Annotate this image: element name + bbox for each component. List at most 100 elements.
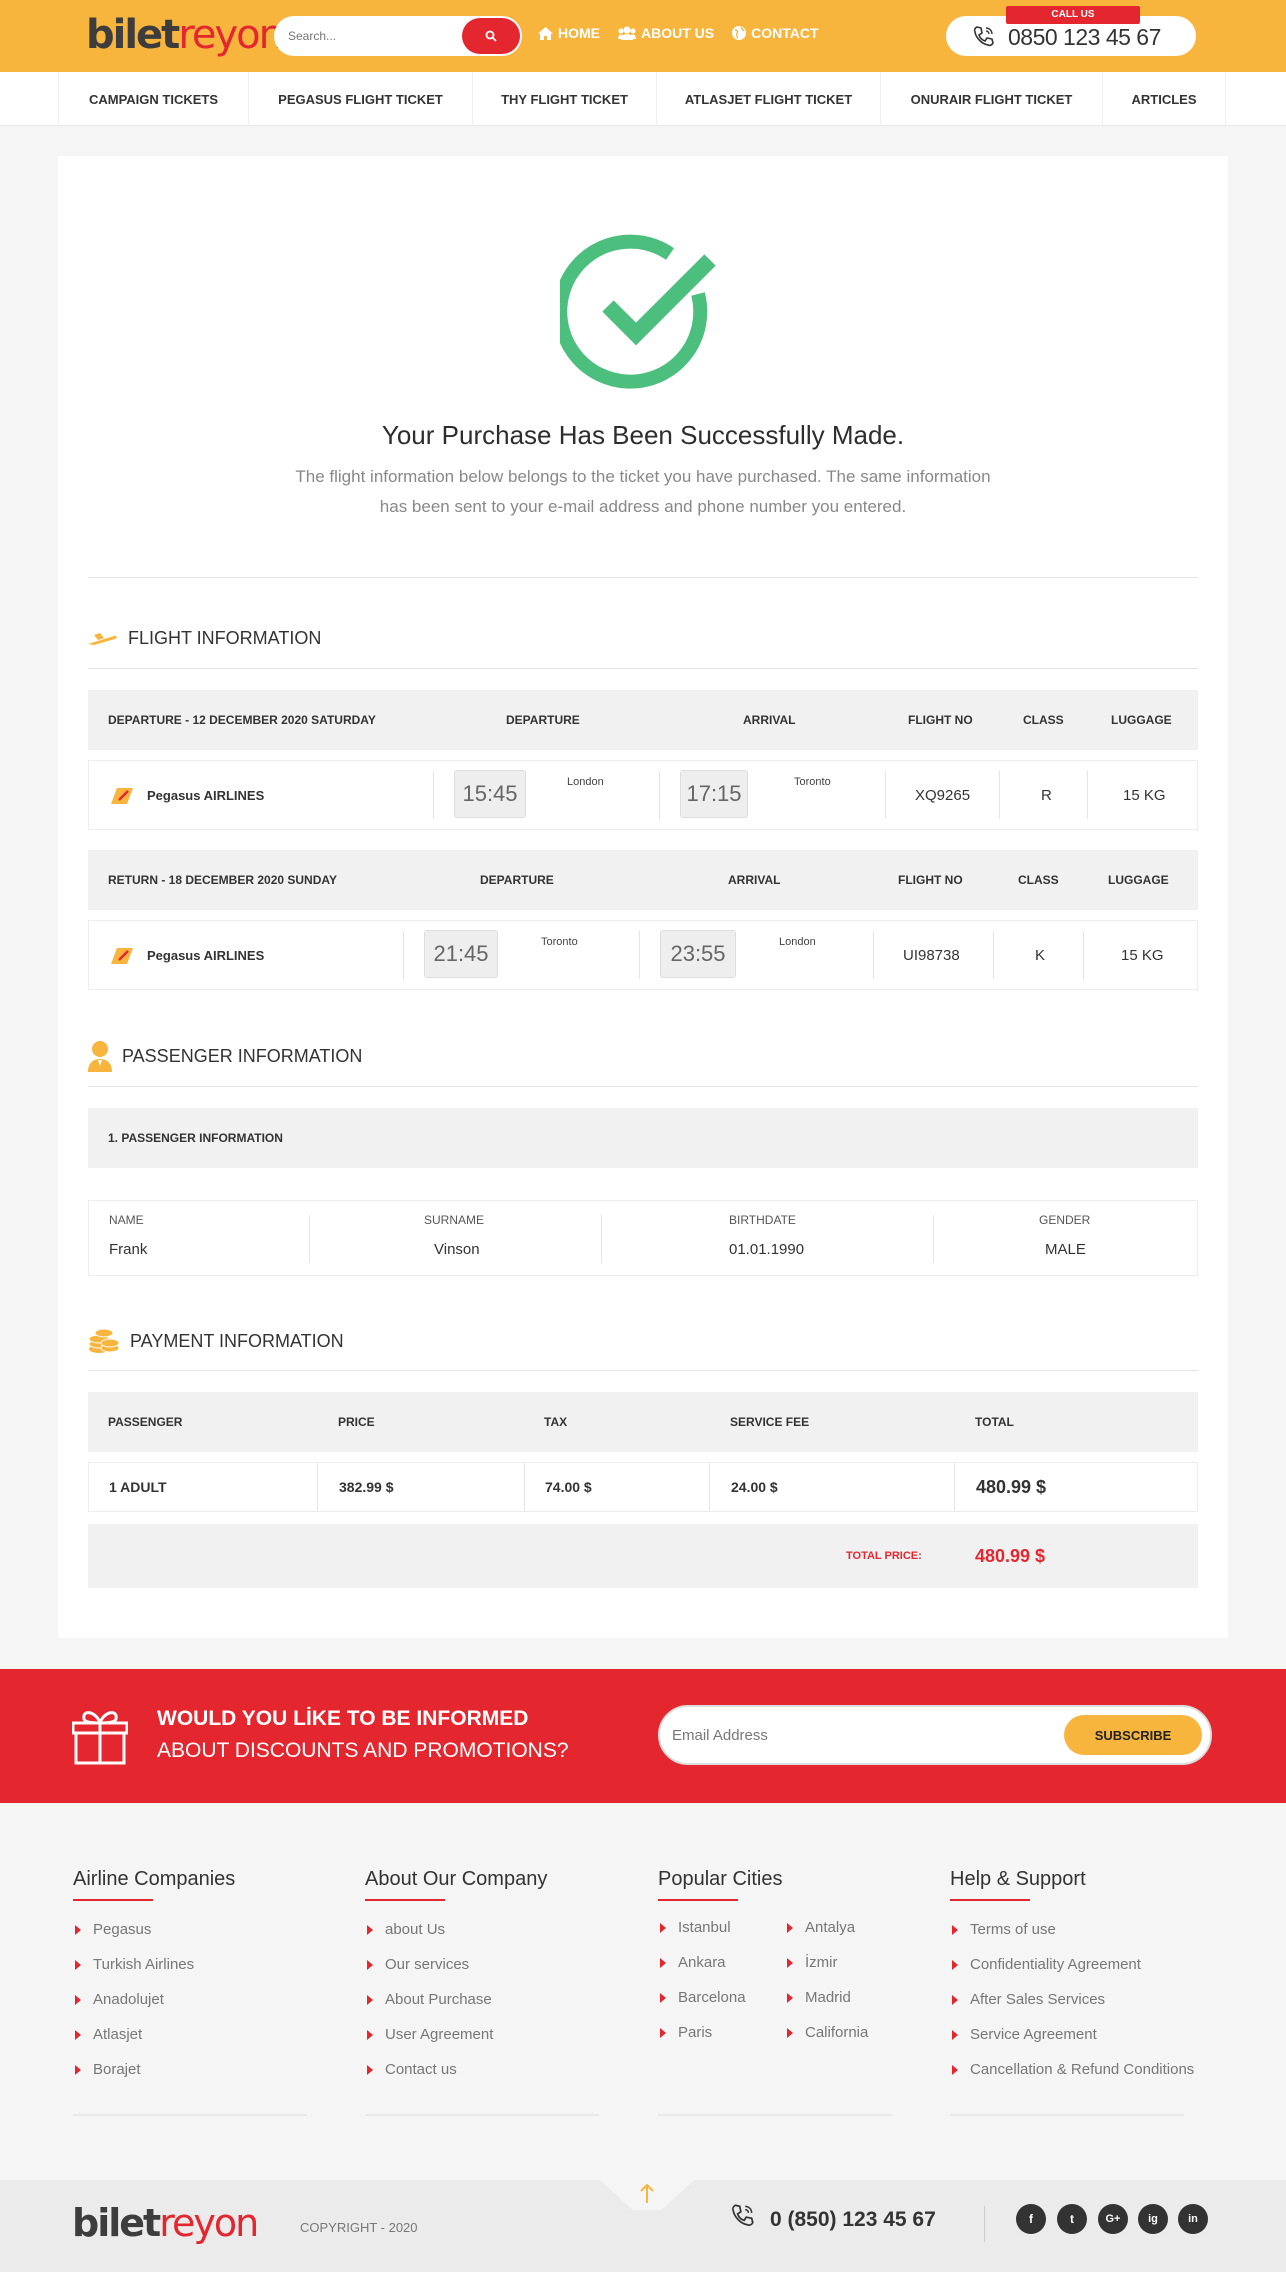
separator	[933, 1215, 934, 1263]
newsletter-banner: WOULD YOU LİKE TO BE INFORMED ABOUT DISC…	[0, 1669, 1286, 1803]
footer-help-title: Help & Support	[950, 1868, 1194, 1901]
footer-link[interactable]: Terms of use	[950, 1921, 1194, 1956]
footer-logo[interactable]: biletreyon	[72, 2200, 259, 2246]
google-plus-icon[interactable]: G+	[1098, 2204, 1128, 2234]
fare-class: R	[1041, 786, 1052, 804]
footer-link[interactable]: Barcelona	[658, 1989, 778, 2024]
divider	[365, 2114, 599, 2116]
site-logo[interactable]: biletreyon	[86, 12, 284, 58]
footer-link[interactable]: Ankara	[658, 1954, 778, 1989]
footer-link[interactable]: After Sales Services	[950, 1991, 1194, 2026]
search-box	[274, 16, 522, 56]
phone-icon	[731, 2204, 754, 2227]
passenger-header-row: 1. PASSENGER INFORMATION	[88, 1108, 1198, 1168]
birthdate-label: BIRTHDATE	[729, 1213, 796, 1227]
search-input[interactable]	[274, 16, 454, 56]
departure-time: 21:45	[424, 930, 498, 978]
email-placeholder: Email Address	[672, 1727, 768, 1744]
nav-home[interactable]: HOME	[538, 25, 600, 41]
footer-link[interactable]: Cancellation & Refund Conditions	[950, 2061, 1194, 2096]
cat-campaign-tickets[interactable]: CAMPAIGN TICKETS	[58, 72, 248, 126]
passenger-surname: Vinson	[434, 1241, 480, 1258]
nav-contact[interactable]: CONTACT	[732, 25, 819, 41]
arrival-city: London	[779, 936, 816, 948]
category-nav: CAMPAIGN TICKETS PEGASUS FLIGHT TICKET T…	[0, 72, 1286, 126]
airline-name: Pegasus AIRLINES	[147, 947, 265, 963]
return-date-label: RETURN - 18 DECEMBER 2020 SUNDAY	[108, 873, 337, 887]
footer-link[interactable]: Borajet	[73, 2061, 235, 2096]
footer-link[interactable]: Confidentiality Agreement	[950, 1956, 1194, 1991]
arrival-city: Toronto	[794, 776, 831, 788]
row-total-value: 480.99 $	[976, 1476, 1047, 1497]
footer-link[interactable]: Madrid	[785, 1989, 905, 2024]
departure-flight-row: Pegasus AIRLINES 15:45 London 17:15 Toro…	[88, 760, 1198, 830]
facebook-icon[interactable]: f	[1016, 2204, 1046, 2234]
footer-link[interactable]: about Us	[365, 1921, 547, 1956]
footer-link[interactable]: İzmir	[785, 1954, 905, 1989]
top-nav: HOME ABOUT US CONTACT	[538, 25, 819, 41]
arrival-time: 23:55	[660, 930, 736, 978]
airline-name: Pegasus AIRLINES	[147, 787, 265, 803]
departure-time: 15:45	[454, 770, 526, 818]
call-us-ribbon: CALL US	[1006, 6, 1140, 24]
search-button[interactable]	[462, 18, 520, 54]
passenger-info-heading: PASSENGER INFORMATION	[88, 1040, 362, 1072]
col-price: PRICE	[338, 1415, 375, 1429]
divider	[73, 2114, 307, 2116]
linkedin-icon[interactable]: in	[1178, 2204, 1208, 2234]
copyright: COPYRIGHT - 2020	[300, 2220, 418, 2235]
footer-link[interactable]: Service Agreement	[950, 2026, 1194, 2061]
service-fee-value: 24.00 $	[731, 1479, 778, 1495]
plane-icon	[88, 632, 117, 645]
cat-articles[interactable]: ARTICLES	[1102, 72, 1226, 126]
confirmation-card: Your Purchase Has Been Successfully Made…	[58, 156, 1228, 1638]
passenger-row: NAME Frank SURNAME Vinson BIRTHDATE 01.0…	[88, 1200, 1198, 1276]
cat-onurair[interactable]: ONURAIR FLIGHT TICKET	[880, 72, 1102, 126]
passenger-number-label: 1. PASSENGER INFORMATION	[108, 1131, 283, 1145]
total-price-value: 480.99 $	[975, 1545, 1046, 1566]
payment-row: 1 ADULT 382.99 $ 74.00 $ 24.00 $ 480.99 …	[88, 1462, 1198, 1512]
departure-city: London	[567, 776, 604, 788]
footer-link[interactable]: Our services	[365, 1956, 547, 1991]
departure-header-row: DEPARTURE - 12 DECEMBER 2020 SATURDAY DE…	[88, 690, 1198, 750]
return-flight-row: Pegasus AIRLINES 21:45 Toronto 23:55 Lon…	[88, 920, 1198, 990]
footer-link[interactable]: Anadolujet	[73, 1991, 235, 2026]
email-field[interactable]: Email Address SUBSCRIBE	[658, 1705, 1212, 1765]
footer-link[interactable]: User Agreement	[365, 2026, 547, 2061]
surname-label: SURNAME	[424, 1213, 485, 1227]
phone-icon	[973, 26, 994, 47]
footer-cities-title: Popular Cities	[658, 1868, 783, 1901]
airline-logo-icon	[111, 948, 133, 964]
divider	[658, 2114, 892, 2116]
separator	[999, 771, 1000, 819]
col-departure: DEPARTURE	[506, 713, 580, 727]
footer-link[interactable]: Pegasus	[73, 1921, 235, 1956]
call-box[interactable]: CALL US 0850 123 45 67	[946, 6, 1196, 56]
payment-header-row: PASSENGER PRICE TAX SERVICE FEE TOTAL	[88, 1392, 1198, 1452]
footer-link[interactable]: Antalya	[785, 1919, 905, 1954]
footer-phone-number: 0 (850) 123 45 67	[770, 2208, 936, 2231]
subscribe-button[interactable]: SUBSCRIBE	[1064, 1715, 1202, 1755]
instagram-icon[interactable]: ig	[1138, 2204, 1168, 2234]
divider	[950, 2114, 1184, 2116]
cat-thy[interactable]: THY FLIGHT TICKET	[472, 72, 656, 126]
footer-link[interactable]: California	[785, 2024, 905, 2059]
cat-atlasjet[interactable]: ATLASJET FLIGHT TICKET	[656, 72, 880, 126]
footer-link[interactable]: Atlasjet	[73, 2026, 235, 2061]
nav-about[interactable]: ABOUT US	[618, 25, 714, 41]
cat-pegasus[interactable]: PEGASUS FLIGHT TICKET	[248, 72, 472, 126]
separator	[317, 1463, 318, 1511]
fare-class: K	[1035, 946, 1046, 964]
footer-link[interactable]: About Purchase	[365, 1991, 547, 2026]
price-value: 382.99 $	[339, 1479, 394, 1495]
payment-info-heading: PAYMENT INFORMATION	[88, 1328, 344, 1354]
separator	[709, 1463, 710, 1511]
footer-link[interactable]: Paris	[658, 2024, 778, 2059]
col-luggage: LUGGAGE	[1108, 873, 1169, 887]
footer-link[interactable]: Istanbul	[658, 1919, 778, 1954]
twitter-icon[interactable]: t	[1057, 2204, 1087, 2234]
footer-link[interactable]: Contact us	[365, 2061, 547, 2096]
gift-icon	[72, 1711, 128, 1765]
arrival-time: 17:15	[680, 770, 748, 818]
footer-link[interactable]: Turkish Airlines	[73, 1956, 235, 1991]
